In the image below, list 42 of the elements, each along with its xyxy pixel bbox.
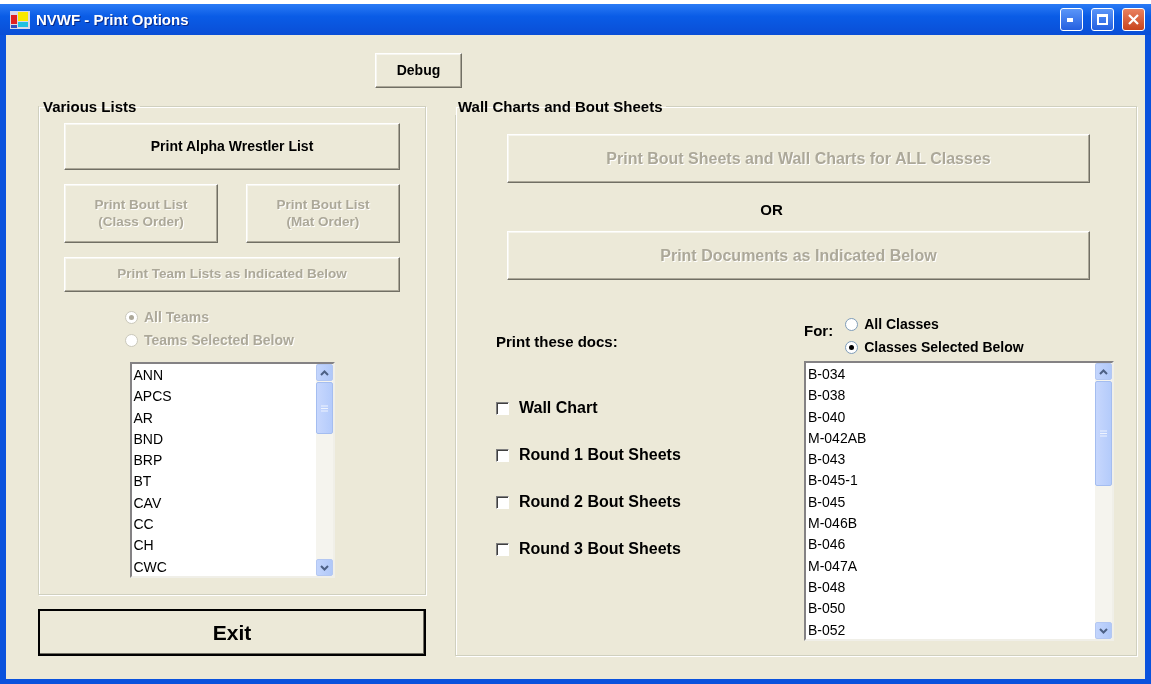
list-item[interactable]: CAV [133, 492, 314, 515]
exit-button[interactable]: Exit [38, 609, 426, 656]
radio-label: Teams Selected Below [144, 332, 294, 348]
radio-label: All Classes [864, 316, 939, 332]
list-item[interactable]: APCS [133, 386, 314, 408]
list-item[interactable]: B-046 [808, 534, 1093, 556]
list-item[interactable]: B-052 [808, 619, 1093, 639]
window-title: NVWF - Print Options [36, 11, 190, 28]
group-title: Various Lists [42, 98, 138, 115]
list-item[interactable]: B-045-1 [808, 470, 1093, 492]
list-item[interactable]: M-047A [808, 555, 1093, 577]
list-item[interactable]: ANN [133, 365, 314, 387]
list-item[interactable]: BT [133, 471, 314, 493]
checkbox-label: Wall Chart [519, 399, 598, 417]
list-item[interactable]: B-038 [808, 385, 1093, 407]
checkbox-label: Round 1 Bout Sheets [519, 446, 681, 464]
checkbox-label: Round 3 Bout Sheets [519, 540, 681, 558]
list-item[interactable]: B-043 [808, 449, 1093, 471]
list-item[interactable]: B-040 [808, 406, 1093, 428]
list-item[interactable]: BND [133, 428, 314, 451]
list-item[interactable]: B-045 [808, 491, 1093, 514]
list-item[interactable]: B-048 [808, 576, 1093, 599]
list-item[interactable]: B-034 [808, 364, 1093, 386]
docs-label: Print these docs: [496, 333, 619, 350]
group-title: Wall Charts and Bout Sheets [457, 98, 664, 115]
list-item[interactable]: M-046B [808, 513, 1093, 535]
checkbox-label: Round 2 Bout Sheets [519, 493, 681, 511]
list-item[interactable]: CH [133, 535, 314, 557]
list-item[interactable]: AR [133, 407, 314, 429]
radio-label: Classes Selected Below [864, 339, 1024, 355]
for-label: For: [804, 322, 834, 341]
debug-button[interactable]: Debug [375, 53, 462, 88]
list-item[interactable]: B-050 [808, 598, 1093, 620]
list-item[interactable]: M-042AB [808, 427, 1093, 450]
list-box[interactable]: ANN APCS AR BND BRP BT CAV CC CH CWC [129, 362, 335, 578]
list-box[interactable]: B-034 B-038 B-040 M-042AB B-043 B-045-1 B-045 M-046B B-046 M-047A B-048 B-050 B-052 [804, 361, 1114, 641]
list-item[interactable]: CC [133, 514, 314, 536]
radio-label: All Teams [144, 309, 210, 325]
or-label: OR [760, 201, 783, 218]
alpha-list-button[interactable]: Print Alpha Wrestler List [64, 123, 400, 170]
list-item[interactable]: BRP [133, 450, 314, 472]
list-item[interactable]: CWC [133, 556, 314, 576]
